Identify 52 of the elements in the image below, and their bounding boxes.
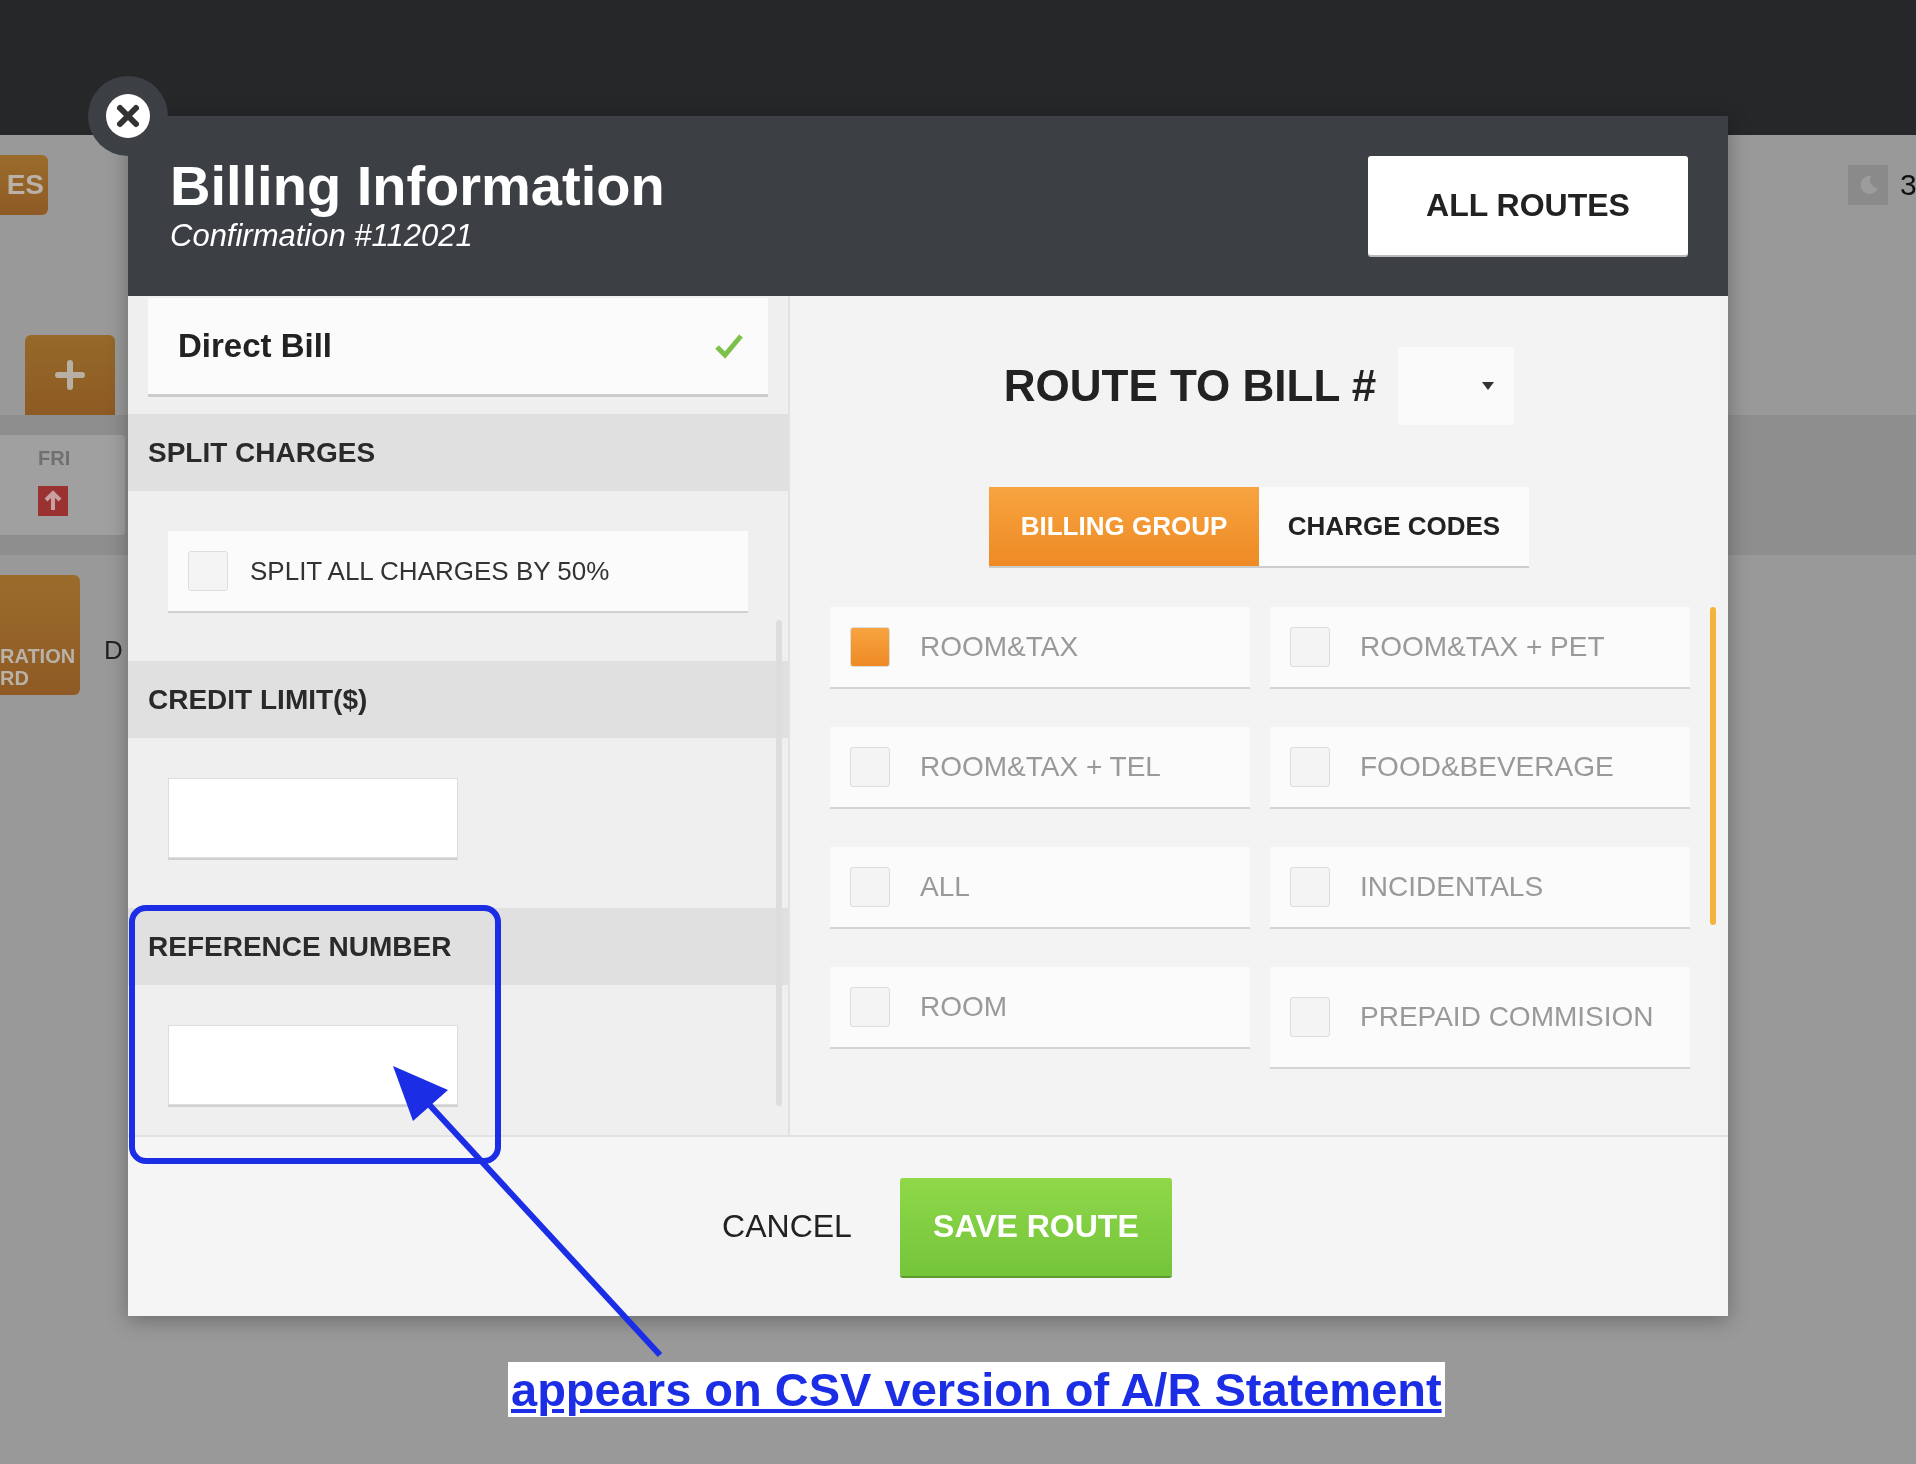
input-field[interactable] <box>168 1025 458 1105</box>
checkbox[interactable] <box>1290 627 1330 667</box>
save-route-button[interactable]: SAVE ROUTE <box>899 1177 1172 1276</box>
annotation-link[interactable]: appears on CSV version of A/R Statement <box>508 1362 1445 1417</box>
checkbox[interactable] <box>850 627 890 667</box>
checkbox[interactable] <box>850 747 890 787</box>
option-label: ROOM <box>920 991 1008 1023</box>
dialog-title: Billing Information <box>170 156 665 216</box>
confirmation-number: Confirmation #112021 <box>170 218 474 254</box>
side-button[interactable]: ES <box>0 155 48 215</box>
billing-group-option[interactable]: INCIDENTALS <box>1270 847 1690 927</box>
bill-dropdown[interactable] <box>1398 347 1515 425</box>
section-heading: REFERENCE NUMBER <box>128 908 788 985</box>
billing-group-option[interactable]: ROOM&TAX <box>830 607 1250 687</box>
checkbox[interactable] <box>1290 997 1330 1037</box>
option-label: FOOD&BEVERAGE <box>1360 751 1614 783</box>
input-field[interactable] <box>168 778 458 859</box>
billing-group-option[interactable]: PREPAID COMMISION <box>1270 967 1690 1067</box>
column-label: D <box>104 634 124 666</box>
option-label: ROOM&TAX <box>920 631 1079 663</box>
plus-icon <box>55 360 85 390</box>
checkbox[interactable] <box>850 867 890 907</box>
side-card[interactable]: RATION RD <box>0 575 80 695</box>
all-routes-button[interactable]: ALL ROUTES <box>1368 156 1688 255</box>
checkbox[interactable] <box>188 551 228 592</box>
tab[interactable]: CHARGE CODES <box>1259 487 1529 566</box>
checkbox[interactable] <box>1290 747 1330 787</box>
option-label: PREPAID COMMISION <box>1360 1001 1654 1033</box>
section-heading: SPLIT CHARGES <box>128 414 788 492</box>
billing-group-option[interactable]: ALL <box>830 847 1250 927</box>
split-option[interactable]: SPLIT ALL CHARGES BY 50% <box>168 531 748 612</box>
night-count: 3 <box>1900 168 1916 202</box>
option-label: ALL <box>920 871 970 903</box>
option-label: ROOM&TAX + PET <box>1360 631 1605 663</box>
checkbox-label: SPLIT ALL CHARGES BY 50% <box>250 555 610 587</box>
billing-group-option[interactable]: FOOD&BEVERAGE <box>1270 727 1690 807</box>
bill-type-option[interactable]: Direct Bill <box>148 298 768 395</box>
option-label: ROOM&TAX + TEL <box>920 751 1161 783</box>
checkbox[interactable] <box>850 987 890 1027</box>
billing-group-option[interactable]: ROOM&TAX + PET <box>1270 607 1690 687</box>
billing-group-option[interactable]: ROOM <box>830 967 1250 1047</box>
add-button[interactable] <box>25 335 115 415</box>
caret-icon <box>1482 382 1495 390</box>
option-label: INCIDENTALS <box>1360 871 1544 903</box>
billing-group-option[interactable]: ROOM&TAX + TEL <box>830 727 1250 807</box>
checkbox[interactable] <box>1290 867 1330 907</box>
section-heading: CREDIT LIMIT($) <box>128 661 788 739</box>
route-label: ROUTE TO BILL # <box>1003 361 1377 411</box>
close-icon <box>104 92 152 140</box>
cancel-button[interactable]: CANCEL <box>714 1200 860 1253</box>
scrollbar[interactable] <box>1710 607 1716 925</box>
tab[interactable]: BILLING GROUP <box>989 487 1259 566</box>
